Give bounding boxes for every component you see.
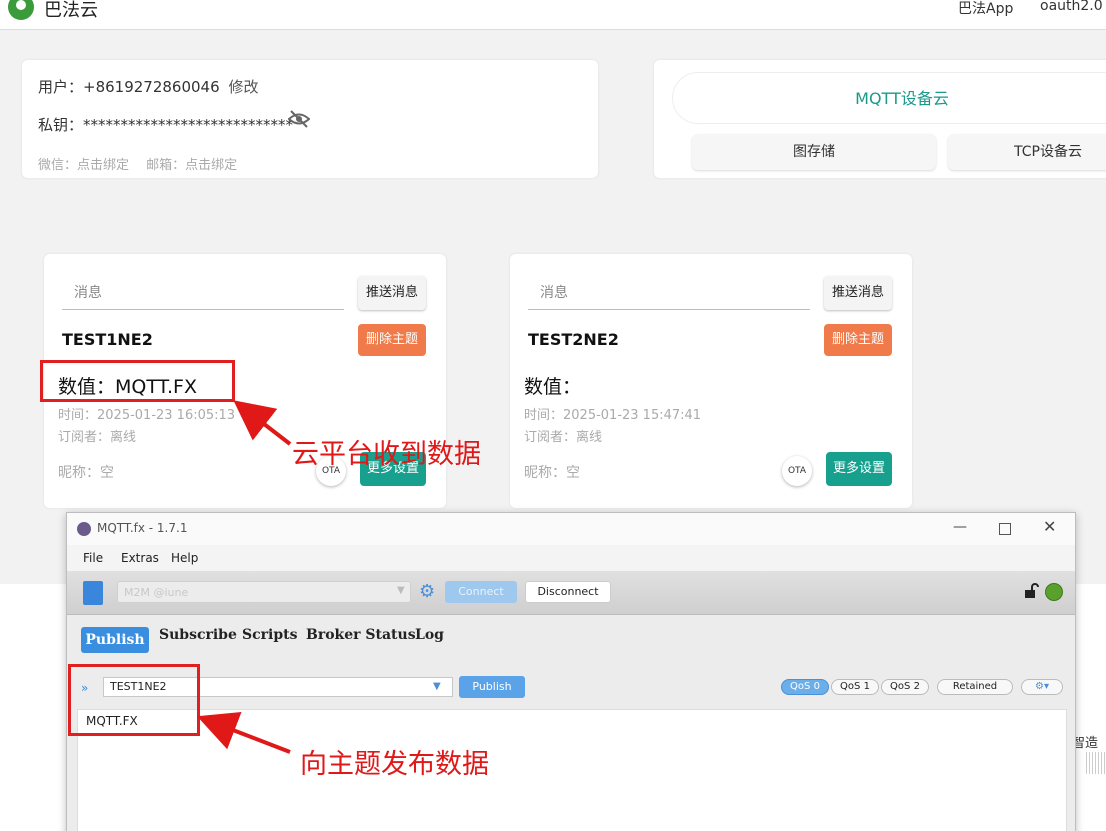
annotation-arrow: [233, 400, 292, 446]
annotation-arrows: [197, 400, 292, 754]
annotation-cloud-received: 云平台收到数据: [292, 439, 481, 470]
annotation-publish-to-topic: 向主题发布数据: [300, 749, 489, 780]
annotation-arrow: [197, 711, 291, 754]
